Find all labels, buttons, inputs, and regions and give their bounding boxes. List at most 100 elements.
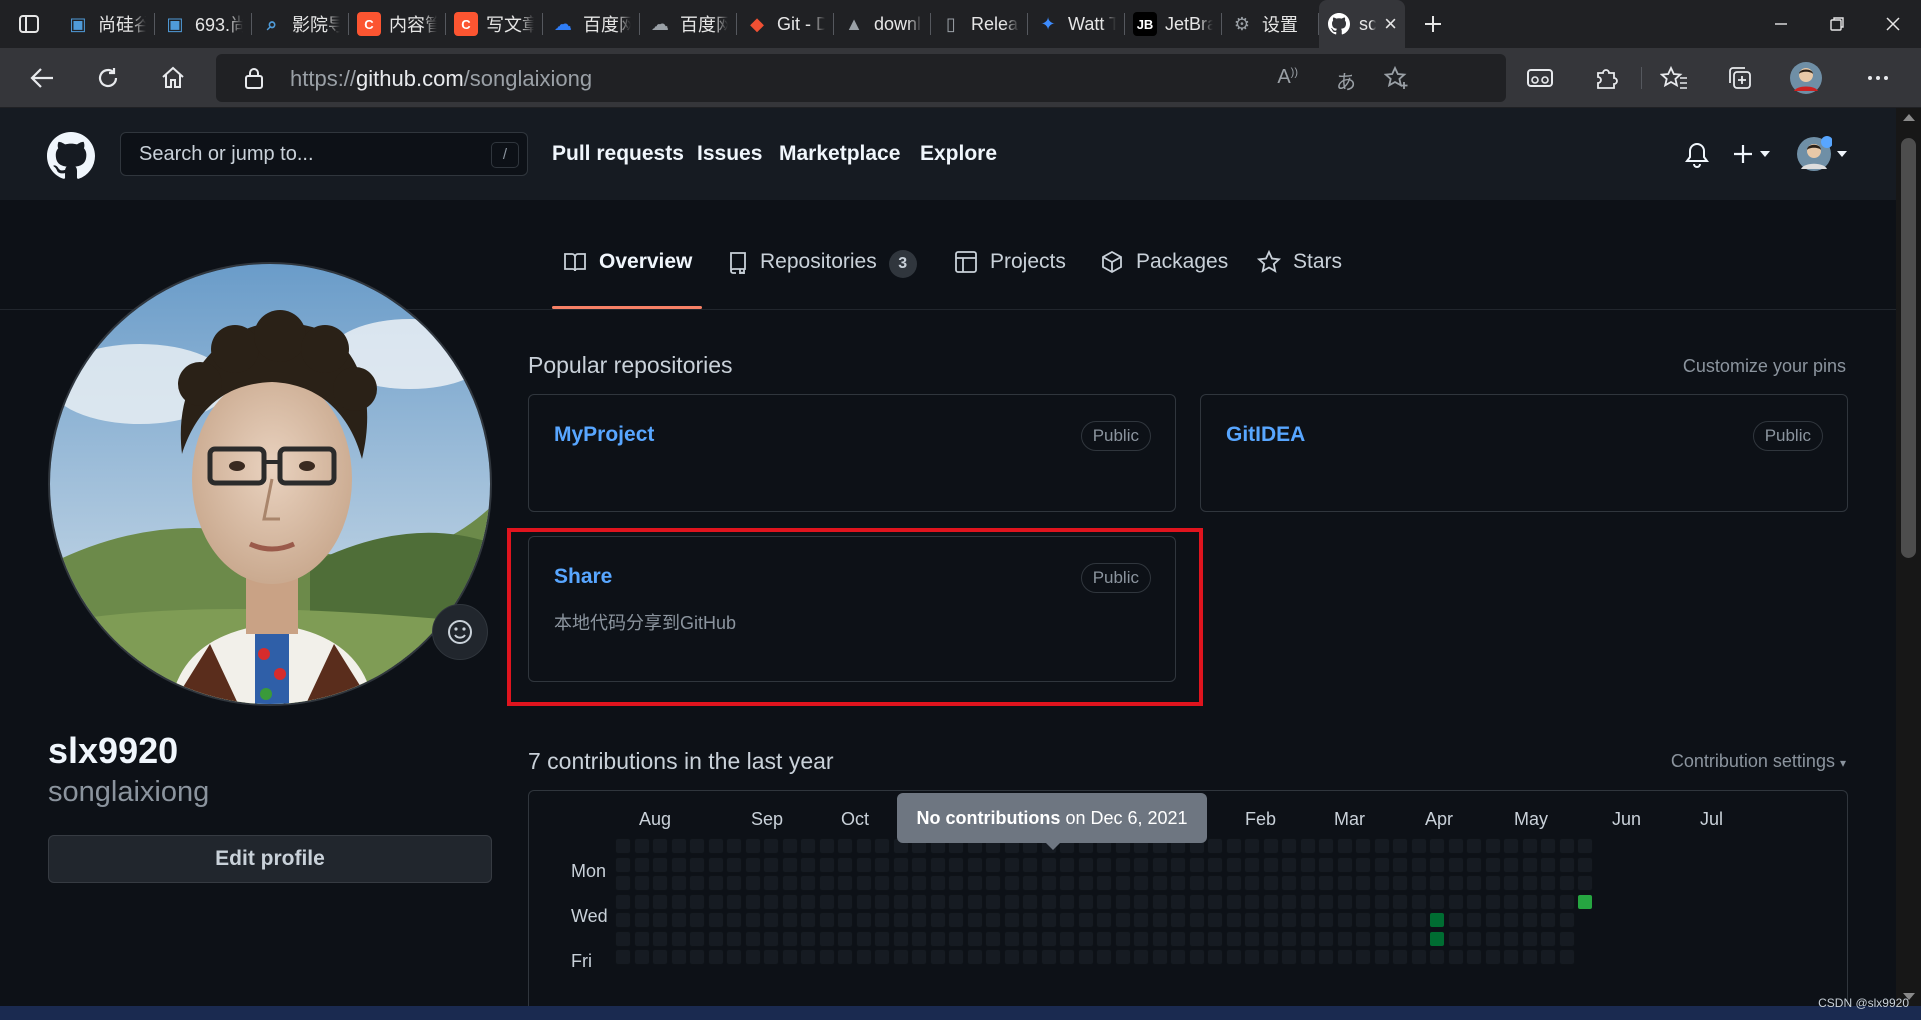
contribution-day[interactable] — [1133, 893, 1149, 910]
contribution-day[interactable] — [855, 949, 872, 965]
contribution-day[interactable] — [744, 838, 761, 854]
contribution-day[interactable] — [1207, 893, 1223, 910]
contribution-day[interactable] — [948, 893, 964, 910]
contribution-day[interactable] — [892, 875, 909, 891]
contribution-day[interactable] — [966, 912, 983, 928]
contribution-day[interactable] — [1466, 893, 1482, 910]
contribution-day[interactable] — [1392, 893, 1408, 910]
contribution-day[interactable] — [1262, 875, 1279, 891]
contribution-day[interactable] — [1244, 949, 1260, 965]
contribution-day[interactable] — [1336, 912, 1353, 928]
contribution-day[interactable] — [633, 856, 650, 873]
contribution-day[interactable] — [670, 912, 687, 928]
contribution-day[interactable] — [1003, 893, 1020, 910]
contribution-day[interactable] — [1318, 875, 1334, 891]
contribution-day[interactable] — [1244, 912, 1260, 928]
contribution-day[interactable] — [911, 856, 927, 873]
contribution-day[interactable] — [781, 838, 798, 854]
contribution-day[interactable] — [1299, 875, 1316, 891]
contribution-day[interactable] — [1281, 875, 1297, 891]
browser-tab[interactable]: C 内容管 — [349, 0, 445, 48]
contribution-day[interactable] — [1299, 856, 1316, 873]
contribution-day[interactable] — [1225, 912, 1242, 928]
contribution-day[interactable] — [1558, 912, 1575, 928]
contribution-day[interactable] — [689, 893, 705, 910]
scroll-up-arrow-icon[interactable] — [1903, 114, 1915, 121]
contribution-day[interactable] — [1225, 949, 1242, 965]
tab-repositories[interactable]: Repositories 3 — [728, 250, 917, 310]
contribution-day[interactable] — [966, 875, 983, 891]
contribution-day[interactable] — [1558, 856, 1575, 873]
contribution-day[interactable] — [1040, 930, 1057, 947]
contribution-day[interactable] — [1244, 930, 1260, 947]
contribution-day[interactable] — [929, 875, 946, 891]
collections-icon[interactable] — [1722, 60, 1758, 96]
contribution-day[interactable] — [726, 875, 742, 891]
create-new-dropdown[interactable] — [1733, 144, 1771, 164]
contribution-day[interactable] — [1318, 838, 1334, 854]
contribution-day[interactable] — [726, 949, 742, 965]
contribution-day[interactable] — [1077, 930, 1094, 947]
contribution-day[interactable] — [1540, 949, 1556, 965]
contribution-day[interactable] — [800, 912, 816, 928]
browser-tab[interactable]: ⚙ 设置 — [1222, 0, 1318, 48]
contribution-day[interactable] — [1262, 838, 1279, 854]
contribution-day[interactable] — [1133, 949, 1149, 965]
contribution-day[interactable] — [800, 893, 816, 910]
contribution-day[interactable] — [1188, 893, 1205, 910]
contribution-day[interactable] — [1373, 949, 1390, 965]
contribution-day[interactable] — [781, 875, 798, 891]
more-menu-icon[interactable] — [1860, 60, 1896, 96]
contribution-day[interactable] — [1447, 875, 1464, 891]
contribution-day[interactable] — [763, 949, 779, 965]
contribution-day[interactable] — [1170, 856, 1186, 873]
contribution-day[interactable] — [1281, 912, 1297, 928]
contribution-day[interactable] — [707, 949, 724, 965]
contribution-day[interactable] — [1244, 838, 1260, 854]
contribution-day[interactable] — [1151, 949, 1168, 965]
contribution-day[interactable] — [670, 893, 687, 910]
close-icon[interactable]: × — [1384, 11, 1397, 37]
contribution-day[interactable] — [1188, 912, 1205, 928]
contribution-day[interactable] — [1336, 949, 1353, 965]
contribution-day[interactable] — [1336, 930, 1353, 947]
contribution-day[interactable] — [911, 949, 927, 965]
contribution-day[interactable] — [689, 912, 705, 928]
contribution-day[interactable] — [966, 856, 983, 873]
contribution-day[interactable] — [1540, 838, 1556, 854]
contribution-day[interactable] — [966, 930, 983, 947]
contribution-day[interactable] — [837, 856, 853, 873]
contribution-day[interactable] — [855, 838, 872, 854]
contribution-day[interactable] — [929, 949, 946, 965]
contribution-day[interactable] — [1207, 912, 1223, 928]
contribution-day[interactable] — [652, 875, 668, 891]
contribution-day[interactable] — [1077, 912, 1094, 928]
contribution-day[interactable] — [1447, 949, 1464, 965]
contribution-day[interactable] — [855, 893, 872, 910]
contribution-day[interactable] — [707, 856, 724, 873]
contribution-day[interactable] — [615, 856, 631, 873]
restore-button[interactable] — [1809, 0, 1865, 48]
contribution-day[interactable] — [1299, 893, 1316, 910]
contribution-day[interactable] — [689, 856, 705, 873]
contribution-day[interactable] — [1207, 838, 1223, 854]
contribution-day[interactable] — [818, 912, 835, 928]
contribution-day[interactable] — [874, 912, 890, 928]
contribution-day[interactable] — [1096, 949, 1112, 965]
contribution-day[interactable] — [1096, 912, 1112, 928]
tab-stars[interactable]: Stars — [1257, 250, 1342, 310]
contribution-day[interactable] — [1355, 930, 1371, 947]
contribution-day[interactable] — [1503, 838, 1519, 854]
contribution-day[interactable] — [781, 912, 798, 928]
contribution-day[interactable] — [874, 949, 890, 965]
contribution-day[interactable] — [1040, 949, 1057, 965]
contribution-day[interactable] — [1151, 875, 1168, 891]
page-scrollbar[interactable] — [1896, 108, 1921, 1006]
contribution-day[interactable] — [1318, 949, 1334, 965]
contribution-day[interactable] — [1077, 893, 1094, 910]
contribution-day[interactable] — [1022, 875, 1038, 891]
contribution-day[interactable] — [652, 856, 668, 873]
contribution-day[interactable] — [966, 949, 983, 965]
contribution-day[interactable] — [874, 893, 890, 910]
contribution-day[interactable] — [1114, 930, 1131, 947]
